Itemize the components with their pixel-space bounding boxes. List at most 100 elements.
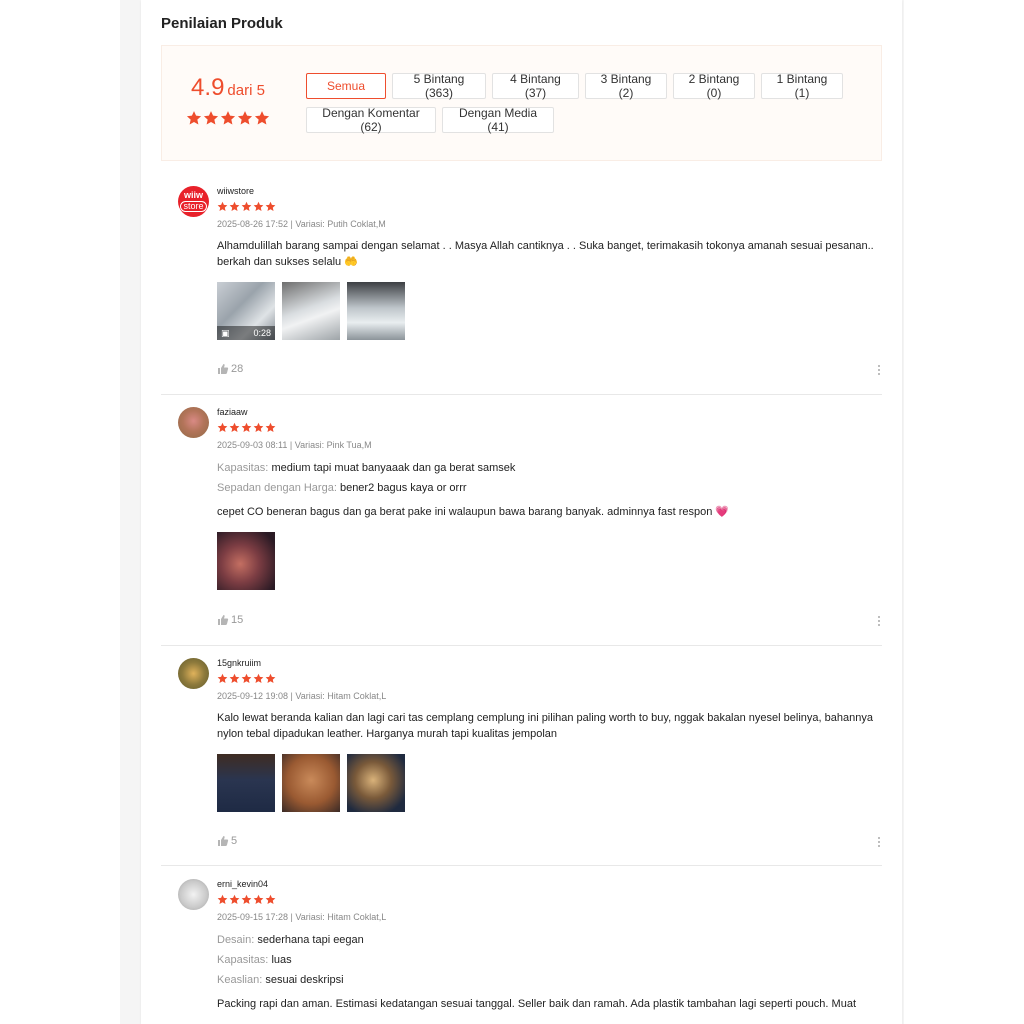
star-icon [220, 110, 236, 126]
star-icon [253, 201, 264, 212]
video-icon: ▣ [221, 327, 230, 338]
review-item: 15gnkruiim 2025-09-12 19:08 | Variasi: H… [161, 658, 882, 866]
video-bar: ▣ 0:28 [217, 326, 275, 340]
star-icon [186, 110, 202, 126]
star-icon [253, 422, 264, 433]
score-value: 4.9 [191, 74, 225, 101]
star-icon [203, 110, 219, 126]
review-comment: Alhamdulillah barang sampai dengan selam… [217, 240, 874, 268]
photo-thumbnail[interactable] [282, 754, 340, 812]
thumbs-up-icon [217, 835, 229, 847]
reviewer-name[interactable]: wiiwstore [217, 186, 882, 196]
review-item: erni_kevin04 2025-09-15 17:28 | Variasi:… [161, 879, 882, 1024]
video-duration: 0:28 [253, 328, 271, 338]
filter-with-media[interactable]: Dengan Media (41) [442, 106, 554, 134]
review-stars [217, 673, 882, 684]
review-comment: Packing rapi dan aman. Estimasi kedatang… [217, 998, 856, 1010]
avatar[interactable] [178, 879, 209, 910]
review-attribute: Kapasitas: luas [217, 954, 882, 966]
like-count: 5 [231, 835, 238, 847]
star-icon [241, 422, 252, 433]
attribute-value: luas [271, 954, 292, 966]
avatar[interactable]: wiiw store [178, 186, 209, 217]
filter-2-star[interactable]: 2 Bintang (0) [673, 72, 755, 100]
star-icon [217, 201, 228, 212]
avatar[interactable] [178, 407, 209, 438]
review-media: ▣ 0:28 [217, 282, 882, 340]
score-suffix: dari 5 [227, 82, 265, 99]
thumbs-up-icon [217, 614, 229, 626]
star-icon [254, 110, 270, 126]
review-item: wiiw store wiiwstore 2025-08-26 17:52 | … [161, 186, 882, 395]
star-icon [241, 894, 252, 905]
left-gutter [0, 0, 120, 1024]
right-gutter [904, 0, 1024, 1024]
review-attribute: Sepadan dengan Harga: bener2 bagus kaya … [217, 482, 882, 494]
star-icon [265, 673, 276, 684]
video-thumbnail[interactable]: ▣ 0:28 [217, 282, 275, 340]
review-meta: 2025-08-26 17:52 | Variasi: Putih Coklat… [217, 219, 386, 229]
more-options-icon[interactable] [878, 837, 882, 847]
rating-filters: Semua 5 Bintang (363) 4 Bintang (37) 3 B… [306, 72, 866, 134]
photo-thumbnail[interactable] [282, 282, 340, 340]
attribute-label: Kapasitas: [217, 954, 269, 966]
review-body: 15gnkruiim 2025-09-12 19:08 | Variasi: H… [217, 658, 882, 812]
average-stars [186, 110, 270, 126]
avatar-text: store [180, 201, 207, 212]
star-icon [241, 201, 252, 212]
photo-thumbnail[interactable] [347, 282, 405, 340]
reviewer-name[interactable]: 15gnkruiim [217, 658, 882, 668]
avatar-text: wiiw [183, 190, 203, 200]
like-count: 28 [231, 363, 244, 375]
review-media [217, 532, 882, 590]
photo-thumbnail[interactable] [217, 532, 275, 590]
star-icon [253, 673, 264, 684]
like-button[interactable]: 28 [217, 363, 243, 375]
like-count: 15 [231, 614, 244, 626]
review-comment: cepet CO beneran bagus dan ga berat pake… [217, 506, 730, 518]
photo-thumbnail[interactable] [217, 754, 275, 812]
review-stars [217, 201, 882, 212]
review-body: wiiwstore 2025-08-26 17:52 | Variasi: Pu… [217, 186, 882, 340]
rating-overview: 4.9 dari 5 Semua 5 Bintang (363) 4 Bintan… [161, 45, 882, 161]
review-attribute: Desain: sederhana tapi eegan [217, 934, 882, 946]
photo-thumbnail[interactable] [347, 754, 405, 812]
avatar[interactable] [178, 658, 209, 689]
review-comment: Kalo lewat beranda kalian dan lagi cari … [217, 712, 873, 740]
filter-with-comment[interactable]: Dengan Komentar (62) [306, 106, 436, 134]
like-button[interactable]: 5 [217, 835, 237, 847]
star-icon [217, 422, 228, 433]
attribute-value: sesuai deskripsi [265, 974, 344, 986]
star-icon [265, 201, 276, 212]
star-icon [237, 110, 253, 126]
review-body: erni_kevin04 2025-09-15 17:28 | Variasi:… [217, 879, 882, 1012]
review-stars [217, 894, 882, 905]
review-media [217, 754, 882, 812]
filter-5-star[interactable]: 5 Bintang (363) [392, 72, 486, 100]
filter-3-star[interactable]: 3 Bintang (2) [585, 72, 667, 100]
review-stars [217, 422, 882, 433]
more-options-icon[interactable] [878, 616, 882, 626]
reviewer-name[interactable]: faziaaw [217, 407, 882, 417]
more-options-icon[interactable] [878, 365, 882, 375]
filter-all[interactable]: Semua [306, 73, 386, 99]
like-button[interactable]: 15 [217, 614, 243, 626]
filter-4-star[interactable]: 4 Bintang (37) [492, 72, 579, 100]
star-icon [229, 894, 240, 905]
review-meta: 2025-09-12 19:08 | Variasi: Hitam Coklat… [217, 691, 387, 701]
filter-1-star[interactable]: 1 Bintang (1) [761, 72, 843, 100]
star-icon [265, 894, 276, 905]
review-meta: 2025-09-15 17:28 | Variasi: Hitam Coklat… [217, 912, 387, 922]
thumbs-up-icon [217, 363, 229, 375]
star-icon [217, 673, 228, 684]
attribute-label: Keaslian: [217, 974, 263, 986]
star-icon [241, 673, 252, 684]
review-item: faziaaw 2025-09-03 08:11 | Variasi: Pink… [161, 407, 882, 646]
star-icon [229, 201, 240, 212]
attribute-label: Kapasitas: [217, 462, 269, 474]
star-icon [253, 894, 264, 905]
star-icon [217, 894, 228, 905]
section-title: Penilaian Produk [161, 15, 283, 32]
attribute-value: bener2 bagus kaya or orrr [339, 482, 467, 494]
reviewer-name[interactable]: erni_kevin04 [217, 879, 882, 889]
